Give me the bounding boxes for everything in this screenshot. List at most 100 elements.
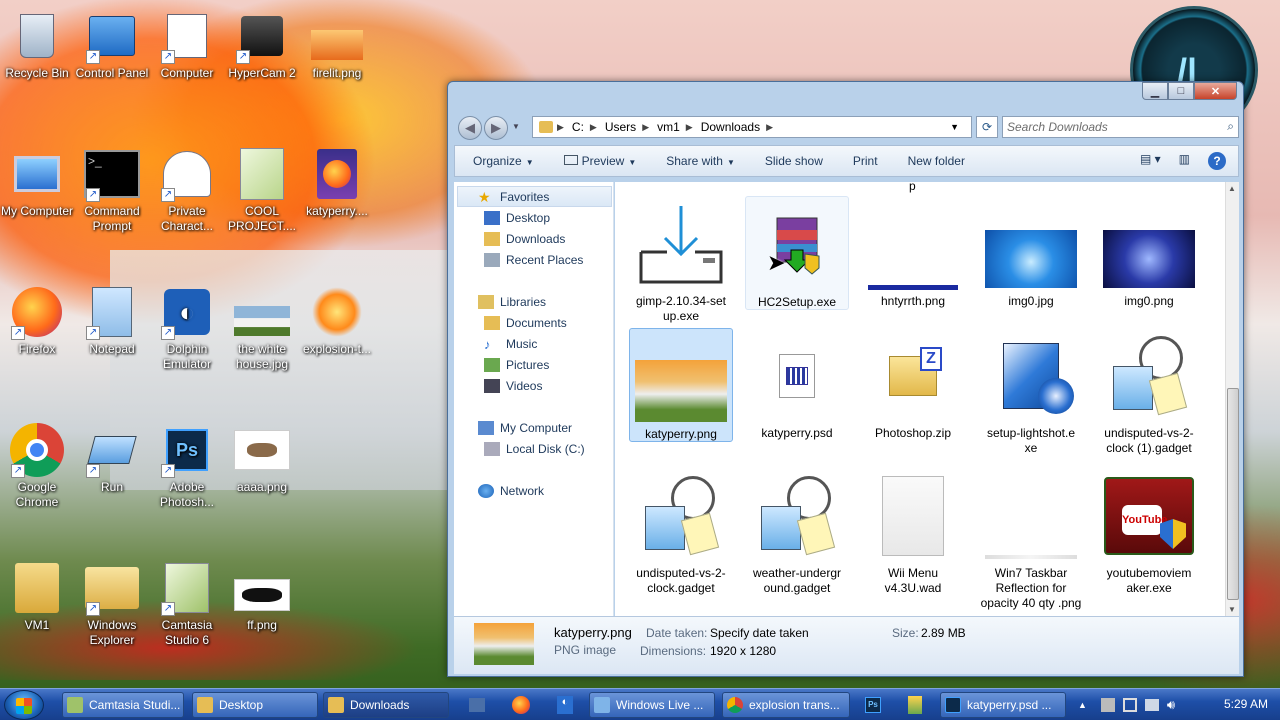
tray-app-icon[interactable] xyxy=(1100,698,1115,712)
share-with-button[interactable]: Share with ▼ xyxy=(666,154,735,168)
desktop-icon-cool-project[interactable]: COOL PROJECT.... xyxy=(225,146,299,234)
taskbar-button-chrome[interactable]: explosion trans... xyxy=(722,692,850,718)
desktop-icon-hypercam[interactable]: ↗ HyperCam 2 xyxy=(225,8,299,81)
nav-my-computer[interactable]: My Computer xyxy=(478,419,572,437)
scrollbar-thumb[interactable] xyxy=(1227,388,1239,600)
taskbar-dolphin[interactable]: ◐ xyxy=(550,692,580,718)
nav-desktop[interactable]: Desktop xyxy=(484,209,550,227)
file-gimp[interactable]: gimp-2.10.34-set up.exe xyxy=(629,196,733,324)
desktop-icon-katyperry[interactable]: katyperry.... xyxy=(300,146,374,219)
close-button[interactable]: ✕ xyxy=(1194,82,1237,100)
desktop-icon-firefox[interactable]: ↗ Firefox xyxy=(0,284,74,357)
organize-button[interactable]: Organize ▼ xyxy=(473,154,534,168)
taskbar-firefox[interactable] xyxy=(506,692,536,718)
scroll-down-icon[interactable]: ▼ xyxy=(1228,605,1236,614)
file-img0-png[interactable]: img0.png xyxy=(1097,196,1201,310)
nav-libraries[interactable]: Libraries xyxy=(478,293,546,311)
preview-button[interactable]: Preview ▼ xyxy=(563,154,636,168)
slide-show-button[interactable]: Slide show xyxy=(765,154,823,168)
taskbar-button-downloads[interactable]: Downloads xyxy=(323,692,449,718)
desktop-icon-computer[interactable]: ↗ Computer xyxy=(150,8,224,81)
desktop-icon-control-panel[interactable]: ↗ Control Panel xyxy=(75,8,149,81)
print-button[interactable]: Print xyxy=(853,154,878,168)
desktop-icon-dolphin[interactable]: ◐ ↗ Dolphin Emulator xyxy=(150,284,224,372)
desktop-icon-camtasia[interactable]: ↗ Camtasia Studio 6 xyxy=(150,560,224,648)
nav-network[interactable]: Network xyxy=(478,482,544,500)
back-button[interactable]: ◀ xyxy=(458,116,482,140)
minimize-button[interactable]: ▁ xyxy=(1142,82,1168,100)
nav-music[interactable]: ♪ Music xyxy=(484,335,537,353)
taskbar-label: Camtasia Studi... xyxy=(89,698,181,712)
show-hidden-icons-icon[interactable]: ▲ xyxy=(1078,700,1087,710)
help-icon[interactable]: ? xyxy=(1208,152,1226,170)
nav-recent-places[interactable]: Recent Places xyxy=(484,251,583,269)
file-undisputed-clock[interactable]: undisputed-vs-2- clock.gadget xyxy=(629,468,733,595)
refresh-button[interactable]: ⟳ xyxy=(976,116,998,138)
change-view-icon[interactable]: ▤ ▾ xyxy=(1140,152,1161,170)
taskbar-button-desktop[interactable]: Desktop xyxy=(192,692,318,718)
desktop-icon-explosion[interactable]: explosion-t... xyxy=(300,284,374,357)
volume-icon[interactable]: 🔊︎ xyxy=(1167,697,1175,713)
nav-pictures[interactable]: Pictures xyxy=(484,356,549,374)
file-undisputed-clock-1[interactable]: undisputed-vs-2- clock (1).gadget xyxy=(1097,328,1201,460)
desktop-icon-run[interactable]: ↗ Run xyxy=(75,422,149,495)
desktop-icon-ff[interactable]: ff.png xyxy=(225,560,299,633)
file-wii-menu[interactable]: Wii Menu v4.3U.wad xyxy=(861,468,965,595)
preview-pane-icon[interactable]: ▥ xyxy=(1179,152,1190,170)
taskbar-clock[interactable]: 5:29 AM xyxy=(1224,697,1268,711)
breadcrumb-c[interactable]: C: xyxy=(572,120,584,134)
network-tray-icon[interactable] xyxy=(1144,699,1159,711)
nav-local-disk[interactable]: Local Disk (C:) xyxy=(484,440,585,458)
nav-favorites[interactable]: ★ Favorites xyxy=(478,188,549,206)
file-img0-jpg[interactable]: img0.jpg xyxy=(979,196,1083,310)
new-folder-button[interactable]: New folder xyxy=(908,154,965,168)
explorer-window[interactable]: ▁ □ ✕ ◀ ▶ ▼ ▶ C: ▶ Users ▶ vm1 ▶ Downloa… xyxy=(447,81,1244,677)
scroll-up-icon[interactable]: ▲ xyxy=(1228,184,1236,193)
recent-pages-chevron-icon[interactable]: ▼ xyxy=(512,122,520,131)
desktop-icon-vm1[interactable]: VM1 xyxy=(0,560,74,633)
action-center-icon[interactable] xyxy=(1122,698,1137,712)
desktop-icon-private-character[interactable]: ↗ Private Charact... xyxy=(150,146,224,234)
search-icon[interactable]: ⌕ xyxy=(1227,119,1234,134)
nav-downloads[interactable]: Downloads xyxy=(484,230,565,248)
breadcrumb-vm1[interactable]: vm1 xyxy=(657,120,680,134)
desktop-icon-chrome[interactable]: ↗ Google Chrome xyxy=(0,422,74,510)
desktop-icon-windows-explorer[interactable]: ↗ Windows Explorer xyxy=(75,560,149,648)
desktop-icon-photoshop[interactable]: Ps ↗ Adobe Photosh... xyxy=(150,422,224,510)
file-hntyrrth[interactable]: hntyrrth.png xyxy=(861,196,965,310)
forward-button[interactable]: ▶ xyxy=(484,116,508,140)
desktop-icon-firelit[interactable]: firelit.png xyxy=(300,8,374,81)
taskbar-button-camtasia[interactable]: Camtasia Studi... xyxy=(62,692,184,718)
taskbar-photoshop[interactable]: Ps xyxy=(858,692,888,718)
start-button[interactable] xyxy=(4,690,44,720)
maximize-button[interactable]: □ xyxy=(1168,82,1194,100)
breadcrumb-downloads[interactable]: Downloads xyxy=(701,120,760,134)
file-hc2setup[interactable]: HC2Setup.exe xyxy=(745,196,849,310)
file-katyperry-png[interactable]: katyperry.png xyxy=(629,328,733,442)
desktop-icon-aaaa[interactable]: aaaa.png xyxy=(225,422,299,495)
file-win7-taskbar-reflection[interactable]: Win7 Taskbar Reflection for opacity 40 q… xyxy=(979,468,1083,610)
desktop-icon-notepad[interactable]: ↗ Notepad xyxy=(75,284,149,357)
address-bar[interactable]: ▶ C: ▶ Users ▶ vm1 ▶ Downloads ▶ ▼ xyxy=(532,116,972,138)
file-weather-underground[interactable]: weather-undergr ound.gadget xyxy=(745,468,849,595)
desktop-icon-white-house[interactable]: the white house.jpg xyxy=(225,284,299,372)
file-youtubemoviemaker[interactable]: YouTube youtubemoviem aker.exe xyxy=(1097,468,1201,595)
taskbar-quicklaunch-1[interactable] xyxy=(462,692,492,718)
desktop-icon-my-computer[interactable]: My Computer xyxy=(0,146,74,219)
file-katyperry-psd[interactable]: katyperry.psd xyxy=(745,328,849,442)
desktop-icon-command-prompt[interactable]: >_ ↗ Command Prompt xyxy=(75,146,149,234)
taskbar-button-windows-live[interactable]: Windows Live ... xyxy=(589,692,715,718)
file-photoshop-zip[interactable]: Z Photoshop.zip xyxy=(861,328,965,442)
search-input[interactable]: Search Downloads ⌕ xyxy=(1002,116,1239,138)
file-setup-lightshot[interactable]: setup-lightshot.e xe xyxy=(979,328,1083,460)
taskbar-button-katyperry-psd[interactable]: katyperry.psd ... xyxy=(940,692,1066,718)
breadcrumb-users[interactable]: Users xyxy=(605,120,636,134)
address-dropdown-icon[interactable]: ▼ xyxy=(950,122,959,132)
date-taken-value[interactable]: Specify date taken xyxy=(710,626,809,640)
taskbar-paint[interactable] xyxy=(900,692,930,718)
nav-documents[interactable]: Documents xyxy=(484,314,567,332)
file-list-scrollbar[interactable]: ▲ ▼ xyxy=(1225,182,1239,616)
chrome-icon xyxy=(727,697,743,713)
nav-videos[interactable]: Videos xyxy=(484,377,542,395)
desktop-icon-recycle-bin[interactable]: Recycle Bin xyxy=(0,8,74,81)
